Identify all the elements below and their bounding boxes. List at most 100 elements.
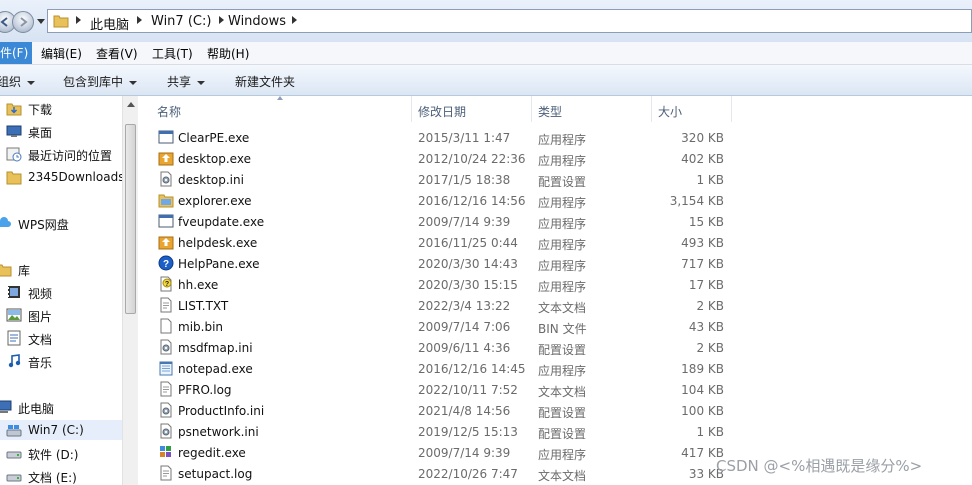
nav-item-wps-cloud[interactable]: WPS网盘: [0, 213, 122, 233]
nav-item-label: WPS网盘: [18, 218, 69, 232]
new-folder-button[interactable]: 新建文件夹: [235, 73, 295, 90]
text-file-icon: [160, 297, 172, 313]
breadcrumb-separator-icon[interactable]: [137, 16, 142, 24]
menu-help[interactable]: 帮助(H): [207, 45, 249, 62]
file-size: 17 KB: [688, 278, 724, 292]
file-size: 1 KB: [696, 425, 724, 439]
file-size: 104 KB: [681, 383, 724, 397]
file-size: 717 KB: [681, 257, 724, 271]
file-size: 320 KB: [681, 131, 724, 145]
nav-pane-scrollbar[interactable]: [122, 96, 138, 485]
nav-item-drive-e[interactable]: 文档 (E:): [0, 466, 122, 485]
file-row[interactable]: helpdesk.exe 2016/11/25 0:44 应用程序 493 KB: [140, 232, 972, 253]
organize-button[interactable]: 组织: [0, 73, 36, 90]
column-header-modified[interactable]: 修改日期: [412, 96, 532, 122]
file-name: HelpPane.exe: [178, 257, 260, 271]
nav-item-desktop[interactable]: 桌面: [0, 121, 122, 141]
file-row[interactable]: ? hh.exe 2020/3/30 15:15 应用程序 17 KB: [140, 274, 972, 295]
file-row[interactable]: desktop.exe 2012/10/24 22:36 应用程序 402 KB: [140, 148, 972, 169]
include-library-label: 包含到库中: [63, 75, 124, 89]
file-type: 应用程序: [538, 280, 587, 294]
file-row[interactable]: explorer.exe 2016/12/16 14:56 应用程序 3,154 KB: [140, 190, 972, 211]
nav-item-documents[interactable]: 文档: [0, 328, 122, 348]
file-name: mib.bin: [178, 320, 224, 334]
nav-item-2345downloads[interactable]: 2345Downloads: [0, 167, 122, 187]
share-button[interactable]: 共享: [167, 73, 206, 90]
nav-item-libraries[interactable]: 库: [0, 259, 122, 279]
menu-tools[interactable]: 工具(T): [152, 45, 193, 62]
breadcrumb-separator-icon[interactable]: [292, 16, 297, 24]
nav-item-videos[interactable]: 视频: [0, 282, 122, 302]
nav-item-music[interactable]: 音乐: [0, 351, 122, 371]
share-label: 共享: [167, 75, 192, 89]
recent-places-icon: [6, 147, 22, 162]
nav-item-label: 图片: [28, 310, 53, 324]
menu-view[interactable]: 查看(V): [96, 45, 138, 62]
chevron-down-icon: [129, 80, 138, 85]
file-size: 33 KB: [688, 467, 724, 481]
file-modified-date: 2016/11/25 0:44: [418, 236, 518, 250]
nav-item-pictures[interactable]: 图片: [0, 305, 122, 325]
column-header-size[interactable]: 大小: [652, 96, 732, 122]
scroll-up-arrow-icon[interactable]: [127, 102, 135, 107]
text-file-icon: [160, 465, 172, 481]
column-divider[interactable]: [731, 96, 732, 122]
nav-item-this-pc[interactable]: 此电脑: [0, 397, 122, 417]
file-name: desktop.ini: [178, 173, 244, 187]
file-row[interactable]: ProductInfo.ini 2021/4/8 14:56 配置设置 100 KB: [140, 400, 972, 421]
file-modified-date: 2022/10/26 7:47: [418, 467, 518, 481]
download-folder-icon: [6, 103, 22, 116]
file-name: fveupdate.exe: [178, 215, 265, 229]
file-row[interactable]: fveupdate.exe 2009/7/14 9:39 应用程序 15 KB: [140, 211, 972, 232]
scrollbar-thumb[interactable]: [125, 124, 136, 314]
address-bar-region: 此电脑 Win7 (C:) Windows: [0, 0, 972, 42]
chevron-down-icon: [197, 80, 206, 85]
file-row[interactable]: ClearPE.exe 2015/3/11 1:47 应用程序 320 KB: [140, 127, 972, 148]
nav-item-drive-d[interactable]: 软件 (D:): [0, 443, 122, 463]
column-header-type[interactable]: 类型: [532, 96, 652, 122]
nav-item-recent-places[interactable]: 最近访问的位置: [0, 144, 122, 164]
history-dropdown-icon[interactable]: [37, 17, 45, 25]
nav-item-label: 2345Downloads: [28, 170, 122, 184]
file-size: 3,154 KB: [669, 194, 724, 208]
file-name: regedit.exe: [178, 446, 246, 460]
settings-file-icon: [160, 423, 172, 439]
nav-item-label: 软件 (D:): [28, 448, 79, 462]
file-name: PFRO.log: [178, 383, 232, 397]
breadcrumb-item-drive-c[interactable]: Win7 (C:): [151, 14, 211, 29]
file-size: 43 KB: [688, 320, 724, 334]
file-modified-date: 2009/6/11 4:36: [418, 341, 511, 355]
file-row[interactable]: PFRO.log 2022/10/11 7:52 文本文档 104 KB: [140, 379, 972, 400]
breadcrumb[interactable]: 此电脑 Win7 (C:) Windows: [47, 9, 972, 33]
file-type: 应用程序: [538, 133, 587, 147]
file-row[interactable]: notepad.exe 2016/12/16 14:45 应用程序 189 KB: [140, 358, 972, 379]
blank-file-icon: [160, 318, 172, 334]
breadcrumb-item-windows[interactable]: Windows: [228, 14, 286, 29]
nav-item-drive-c[interactable]: Win7 (C:): [0, 420, 122, 440]
file-row[interactable]: msdfmap.ini 2009/6/11 4:36 配置设置 2 KB: [140, 337, 972, 358]
file-row[interactable]: LIST.TXT 2022/3/4 13:22 文本文档 2 KB: [140, 295, 972, 316]
breadcrumb-item-this-pc[interactable]: 此电脑: [90, 14, 129, 33]
file-modified-date: 2016/12/16 14:56: [418, 194, 526, 208]
column-header-label: 修改日期: [418, 105, 467, 119]
file-size: 402 KB: [681, 152, 724, 166]
nav-item-label: 此电脑: [18, 402, 55, 416]
file-row[interactable]: psnetwork.ini 2019/12/5 15:13 配置设置 1 KB: [140, 421, 972, 442]
forward-button[interactable]: [12, 11, 34, 33]
file-modified-date: 2017/1/5 18:38: [418, 173, 511, 187]
menu-file[interactable]: 件(F): [0, 42, 33, 64]
nav-item-downloads[interactable]: 下载: [0, 98, 122, 118]
column-header-name[interactable]: 名称: [140, 96, 412, 122]
file-row[interactable]: desktop.ini 2017/1/5 18:38 配置设置 1 KB: [140, 169, 972, 190]
column-header-label: 大小: [658, 105, 683, 119]
file-type: 配置设置: [538, 406, 587, 420]
file-row[interactable]: mib.bin 2009/7/14 7:06 BIN 文件 43 KB: [140, 316, 972, 337]
file-type: 应用程序: [538, 196, 587, 210]
breadcrumb-separator-icon[interactable]: [219, 16, 224, 24]
include-in-library-button[interactable]: 包含到库中: [63, 73, 138, 90]
breadcrumb-separator-icon[interactable]: [76, 16, 81, 24]
music-icon: [8, 354, 21, 368]
file-row[interactable]: ? HelpPane.exe 2020/3/30 14:43 应用程序 717 KB: [140, 253, 972, 274]
menu-edit[interactable]: 编辑(E): [41, 45, 82, 62]
file-modified-date: 2022/3/4 13:22: [418, 299, 511, 313]
